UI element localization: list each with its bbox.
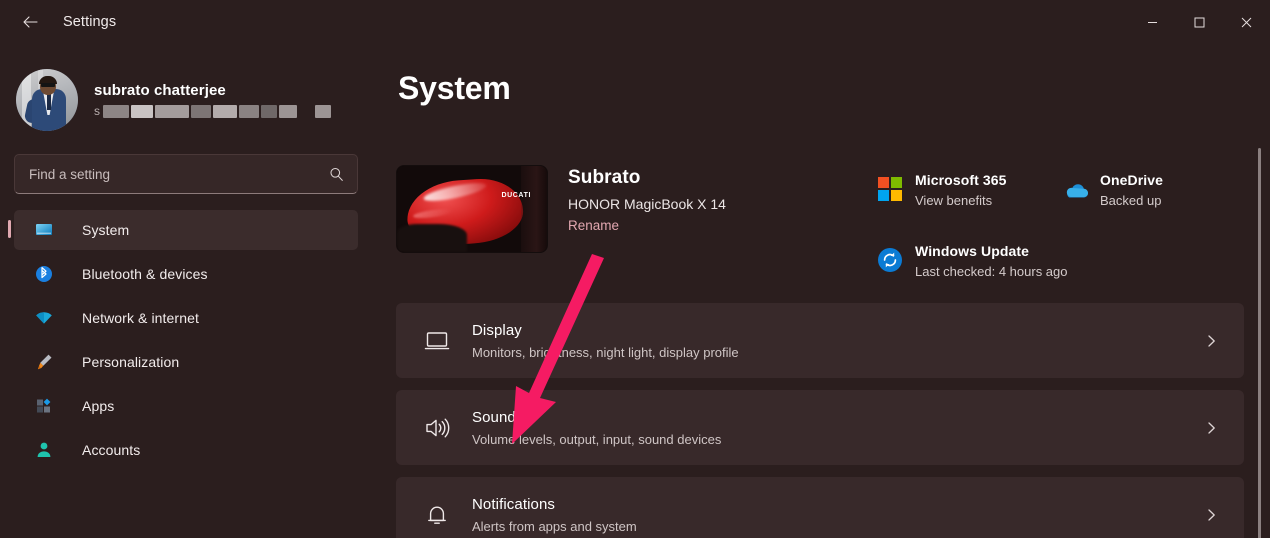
close-button[interactable] — [1223, 0, 1270, 44]
search-box[interactable] — [14, 154, 358, 194]
tile-title: Windows Update — [915, 243, 1068, 259]
row-subtitle: Alerts from apps and system — [472, 519, 637, 534]
back-button[interactable] — [9, 6, 51, 38]
bell-notification-icon — [422, 500, 452, 530]
device-model: HONOR MagicBook X 14 — [568, 196, 726, 212]
sidebar-item-accounts[interactable]: Accounts — [14, 430, 358, 470]
sidebar-item-label: Apps — [82, 398, 114, 414]
microsoft-logo-icon — [877, 176, 903, 202]
tile-microsoft-365[interactable]: Microsoft 365 View benefits — [877, 172, 1062, 208]
monitor-icon — [34, 220, 54, 240]
tile-subtitle: Last checked: 4 hours ago — [915, 264, 1068, 279]
device-name: Subrato — [568, 167, 726, 189]
back-arrow-icon — [21, 13, 39, 31]
sidebar-item-personalization[interactable]: Personalization — [14, 342, 358, 382]
windows-update-sync-icon — [877, 247, 903, 273]
user-name: subrato chatterjee — [94, 82, 333, 99]
wifi-icon — [34, 308, 54, 328]
app-title: Settings — [63, 14, 116, 30]
row-title: Sound — [472, 409, 721, 426]
tile-subtitle: View benefits — [915, 193, 1007, 208]
sidebar-item-system[interactable]: System — [14, 210, 358, 250]
device-summary: DUCATI Subrato HONOR MagicBook X 14 Rena… — [396, 165, 726, 253]
maximize-button[interactable] — [1176, 0, 1223, 44]
tile-title: Microsoft 365 — [915, 172, 1007, 188]
sidebar: subrato chatterjee s — [0, 44, 372, 538]
settings-row-notifications[interactable]: Notifications Alerts from apps and syste… — [396, 477, 1244, 538]
row-title: Notifications — [472, 496, 637, 513]
minimize-icon — [1147, 17, 1158, 28]
row-title: Display — [472, 322, 739, 339]
settings-rows-list: Display Monitors, brightness, night ligh… — [396, 303, 1244, 538]
sidebar-item-label: Bluetooth & devices — [82, 266, 208, 282]
tile-subtitle: Backed up — [1100, 193, 1163, 208]
row-subtitle: Monitors, brightness, night light, displ… — [472, 345, 739, 360]
tile-onedrive[interactable]: OneDrive Backed up — [1062, 172, 1247, 208]
maximize-icon — [1194, 17, 1205, 28]
settings-row-display[interactable]: Display Monitors, brightness, night ligh… — [396, 303, 1244, 378]
page-title: System — [398, 70, 511, 107]
settings-row-sound[interactable]: Sound Volume levels, output, input, soun… — [396, 390, 1244, 465]
sidebar-item-label: Personalization — [82, 354, 179, 370]
status-tiles: Microsoft 365 View benefits OneDrive Bac… — [877, 172, 1257, 279]
apps-icon — [34, 396, 54, 416]
person-icon — [34, 440, 54, 460]
speaker-sound-icon — [422, 413, 452, 443]
settings-window: Settings — [0, 0, 1270, 538]
bluetooth-icon — [34, 264, 54, 284]
search-input[interactable] — [15, 155, 357, 193]
search-container — [14, 154, 358, 194]
rename-link[interactable]: Rename — [568, 218, 726, 233]
sidebar-nav: System Bluetooth & devices — [0, 210, 372, 470]
chevron-right-icon — [1205, 508, 1218, 521]
close-icon — [1241, 17, 1252, 28]
tile-title: OneDrive — [1100, 172, 1163, 188]
search-icon — [329, 167, 344, 182]
sidebar-item-label: Accounts — [82, 442, 140, 458]
sidebar-item-apps[interactable]: Apps — [14, 386, 358, 426]
thumbnail-logo-text: DUCATI — [501, 192, 531, 199]
chevron-right-icon — [1205, 334, 1218, 347]
titlebar: Settings — [0, 0, 1270, 44]
paintbrush-icon — [34, 352, 54, 372]
user-email-redacted: s — [94, 104, 333, 118]
user-profile[interactable]: subrato chatterjee s — [0, 44, 372, 140]
sidebar-item-label: System — [82, 222, 129, 238]
display-monitor-icon — [422, 326, 452, 356]
sidebar-item-label: Network & internet — [82, 310, 199, 326]
minimize-button[interactable] — [1129, 0, 1176, 44]
sidebar-item-network-internet[interactable]: Network & internet — [14, 298, 358, 338]
row-subtitle: Volume levels, output, input, sound devi… — [472, 432, 721, 447]
content-area: System DUCATI Subrato HONOR MagicBook X … — [372, 44, 1270, 538]
chevron-right-icon — [1205, 421, 1218, 434]
device-thumbnail: DUCATI — [396, 165, 548, 253]
window-controls — [1129, 0, 1270, 44]
sidebar-item-bluetooth-devices[interactable]: Bluetooth & devices — [14, 254, 358, 294]
content-scrollbar[interactable] — [1258, 148, 1261, 538]
tile-windows-update[interactable]: Windows Update Last checked: 4 hours ago — [877, 243, 1257, 279]
avatar — [16, 69, 78, 131]
onedrive-cloud-icon — [1062, 176, 1088, 202]
